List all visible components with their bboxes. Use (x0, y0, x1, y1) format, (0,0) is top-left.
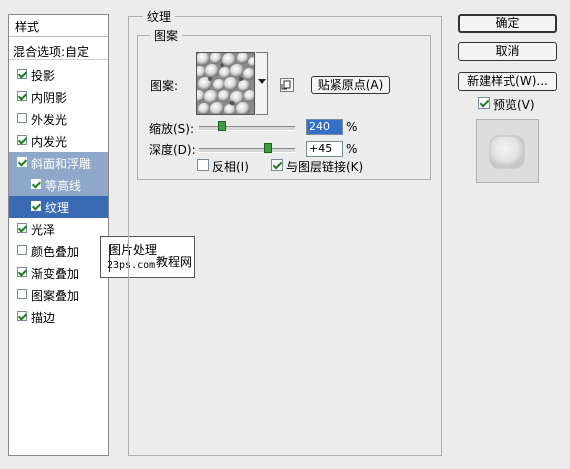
style-item-label: 纹理 (45, 201, 70, 215)
link-with-layer-checkbox[interactable] (271, 159, 283, 171)
scale-label: 缩放(S): (149, 122, 195, 136)
blending-options-item[interactable]: 混合选项:自定 (9, 40, 108, 60)
pattern-picker-arrow[interactable] (256, 52, 268, 115)
scale-input[interactable]: 240 (306, 119, 343, 135)
preview-label[interactable]: 预览(V) (493, 96, 535, 113)
depth-label: 深度(D): (149, 143, 196, 157)
style-checkbox[interactable] (17, 135, 27, 145)
style-item-texture[interactable]: 纹理 (9, 196, 108, 218)
style-item-label: 斜面和浮雕 (31, 157, 92, 171)
style-item-label: 等高线 (45, 179, 82, 193)
style-item-label: 描边 (31, 311, 56, 325)
invert-label[interactable]: 反相(I) (212, 158, 249, 175)
style-checkbox[interactable] (17, 91, 27, 101)
cancel-button[interactable]: 取消 (458, 42, 557, 61)
style-checkbox[interactable] (17, 289, 27, 299)
style-item-stroke[interactable]: 描边 (9, 306, 108, 328)
style-item-outer-glow[interactable]: 外发光 (9, 108, 108, 130)
style-checkbox[interactable] (17, 311, 27, 321)
scale-slider[interactable] (199, 126, 295, 131)
new-page-icon (281, 80, 291, 90)
style-checkbox[interactable] (31, 201, 41, 211)
style-checkbox[interactable] (17, 245, 27, 255)
preview-checkbox[interactable] (478, 97, 490, 109)
style-item-label: 渐变叠加 (31, 267, 80, 281)
style-item-label: 颜色叠加 (31, 245, 80, 259)
link-with-layer-label[interactable]: 与图层链接(K) (286, 158, 363, 175)
style-item-label: 图案叠加 (31, 289, 80, 303)
style-checkbox[interactable] (17, 113, 27, 123)
elements-group-box (137, 35, 431, 180)
depth-slider[interactable] (199, 148, 295, 153)
style-item-label: 内阴影 (31, 91, 68, 105)
style-item-inner-shadow[interactable]: 内阴影 (9, 86, 108, 108)
style-checkbox[interactable] (17, 157, 27, 167)
style-item-gradient-overlay[interactable]: 渐变叠加 (9, 262, 108, 284)
style-item-drop-shadow[interactable]: 投影 (9, 64, 108, 86)
texture-group-title: 纹理 (143, 8, 176, 25)
depth-input[interactable]: +45 (306, 141, 343, 157)
chevron-down-icon (258, 79, 266, 84)
style-checkbox[interactable] (17, 223, 27, 233)
elements-group-title: 图案 (150, 27, 183, 44)
style-item-color-overlay[interactable]: 颜色叠加 (9, 240, 108, 262)
style-checkbox[interactable] (31, 179, 41, 189)
new-style-button[interactable]: 新建样式(W)... (458, 72, 557, 91)
scale-unit: % (346, 120, 358, 134)
style-preview-thumbnail (476, 119, 539, 183)
style-item-inner-glow[interactable]: 内发光 (9, 130, 108, 152)
style-item-label: 光泽 (31, 223, 56, 237)
scale-slider-thumb[interactable] (218, 121, 227, 131)
style-item-label: 外发光 (31, 113, 68, 127)
snap-to-origin-button[interactable]: 贴紧原点(A) (311, 76, 390, 94)
pattern-swatch[interactable] (196, 52, 255, 115)
style-item-contour[interactable]: 等高线 (9, 174, 108, 196)
style-checkbox[interactable] (17, 69, 27, 79)
new-preset-button[interactable] (280, 78, 294, 92)
style-item-satin[interactable]: 光泽 (9, 218, 108, 240)
pattern-label: 图案: (150, 79, 179, 93)
depth-slider-thumb[interactable] (264, 143, 273, 153)
style-item-bevel-emboss[interactable]: 斜面和浮雕 (9, 152, 108, 174)
style-item-label: 投影 (31, 69, 56, 83)
style-checkbox[interactable] (17, 267, 27, 277)
invert-checkbox[interactable] (197, 159, 209, 171)
style-item-label: 内发光 (31, 135, 68, 149)
ok-button[interactable]: 确定 (458, 14, 557, 33)
styles-list-panel: 样式 混合选项:自定 投影 内阴影 外发光 内发光 斜面和浮雕 等高线 纹理 光… (8, 14, 109, 456)
style-item-pattern-overlay[interactable]: 图案叠加 (9, 284, 108, 306)
depth-unit: % (346, 142, 358, 156)
styles-header[interactable]: 样式 (9, 15, 108, 37)
